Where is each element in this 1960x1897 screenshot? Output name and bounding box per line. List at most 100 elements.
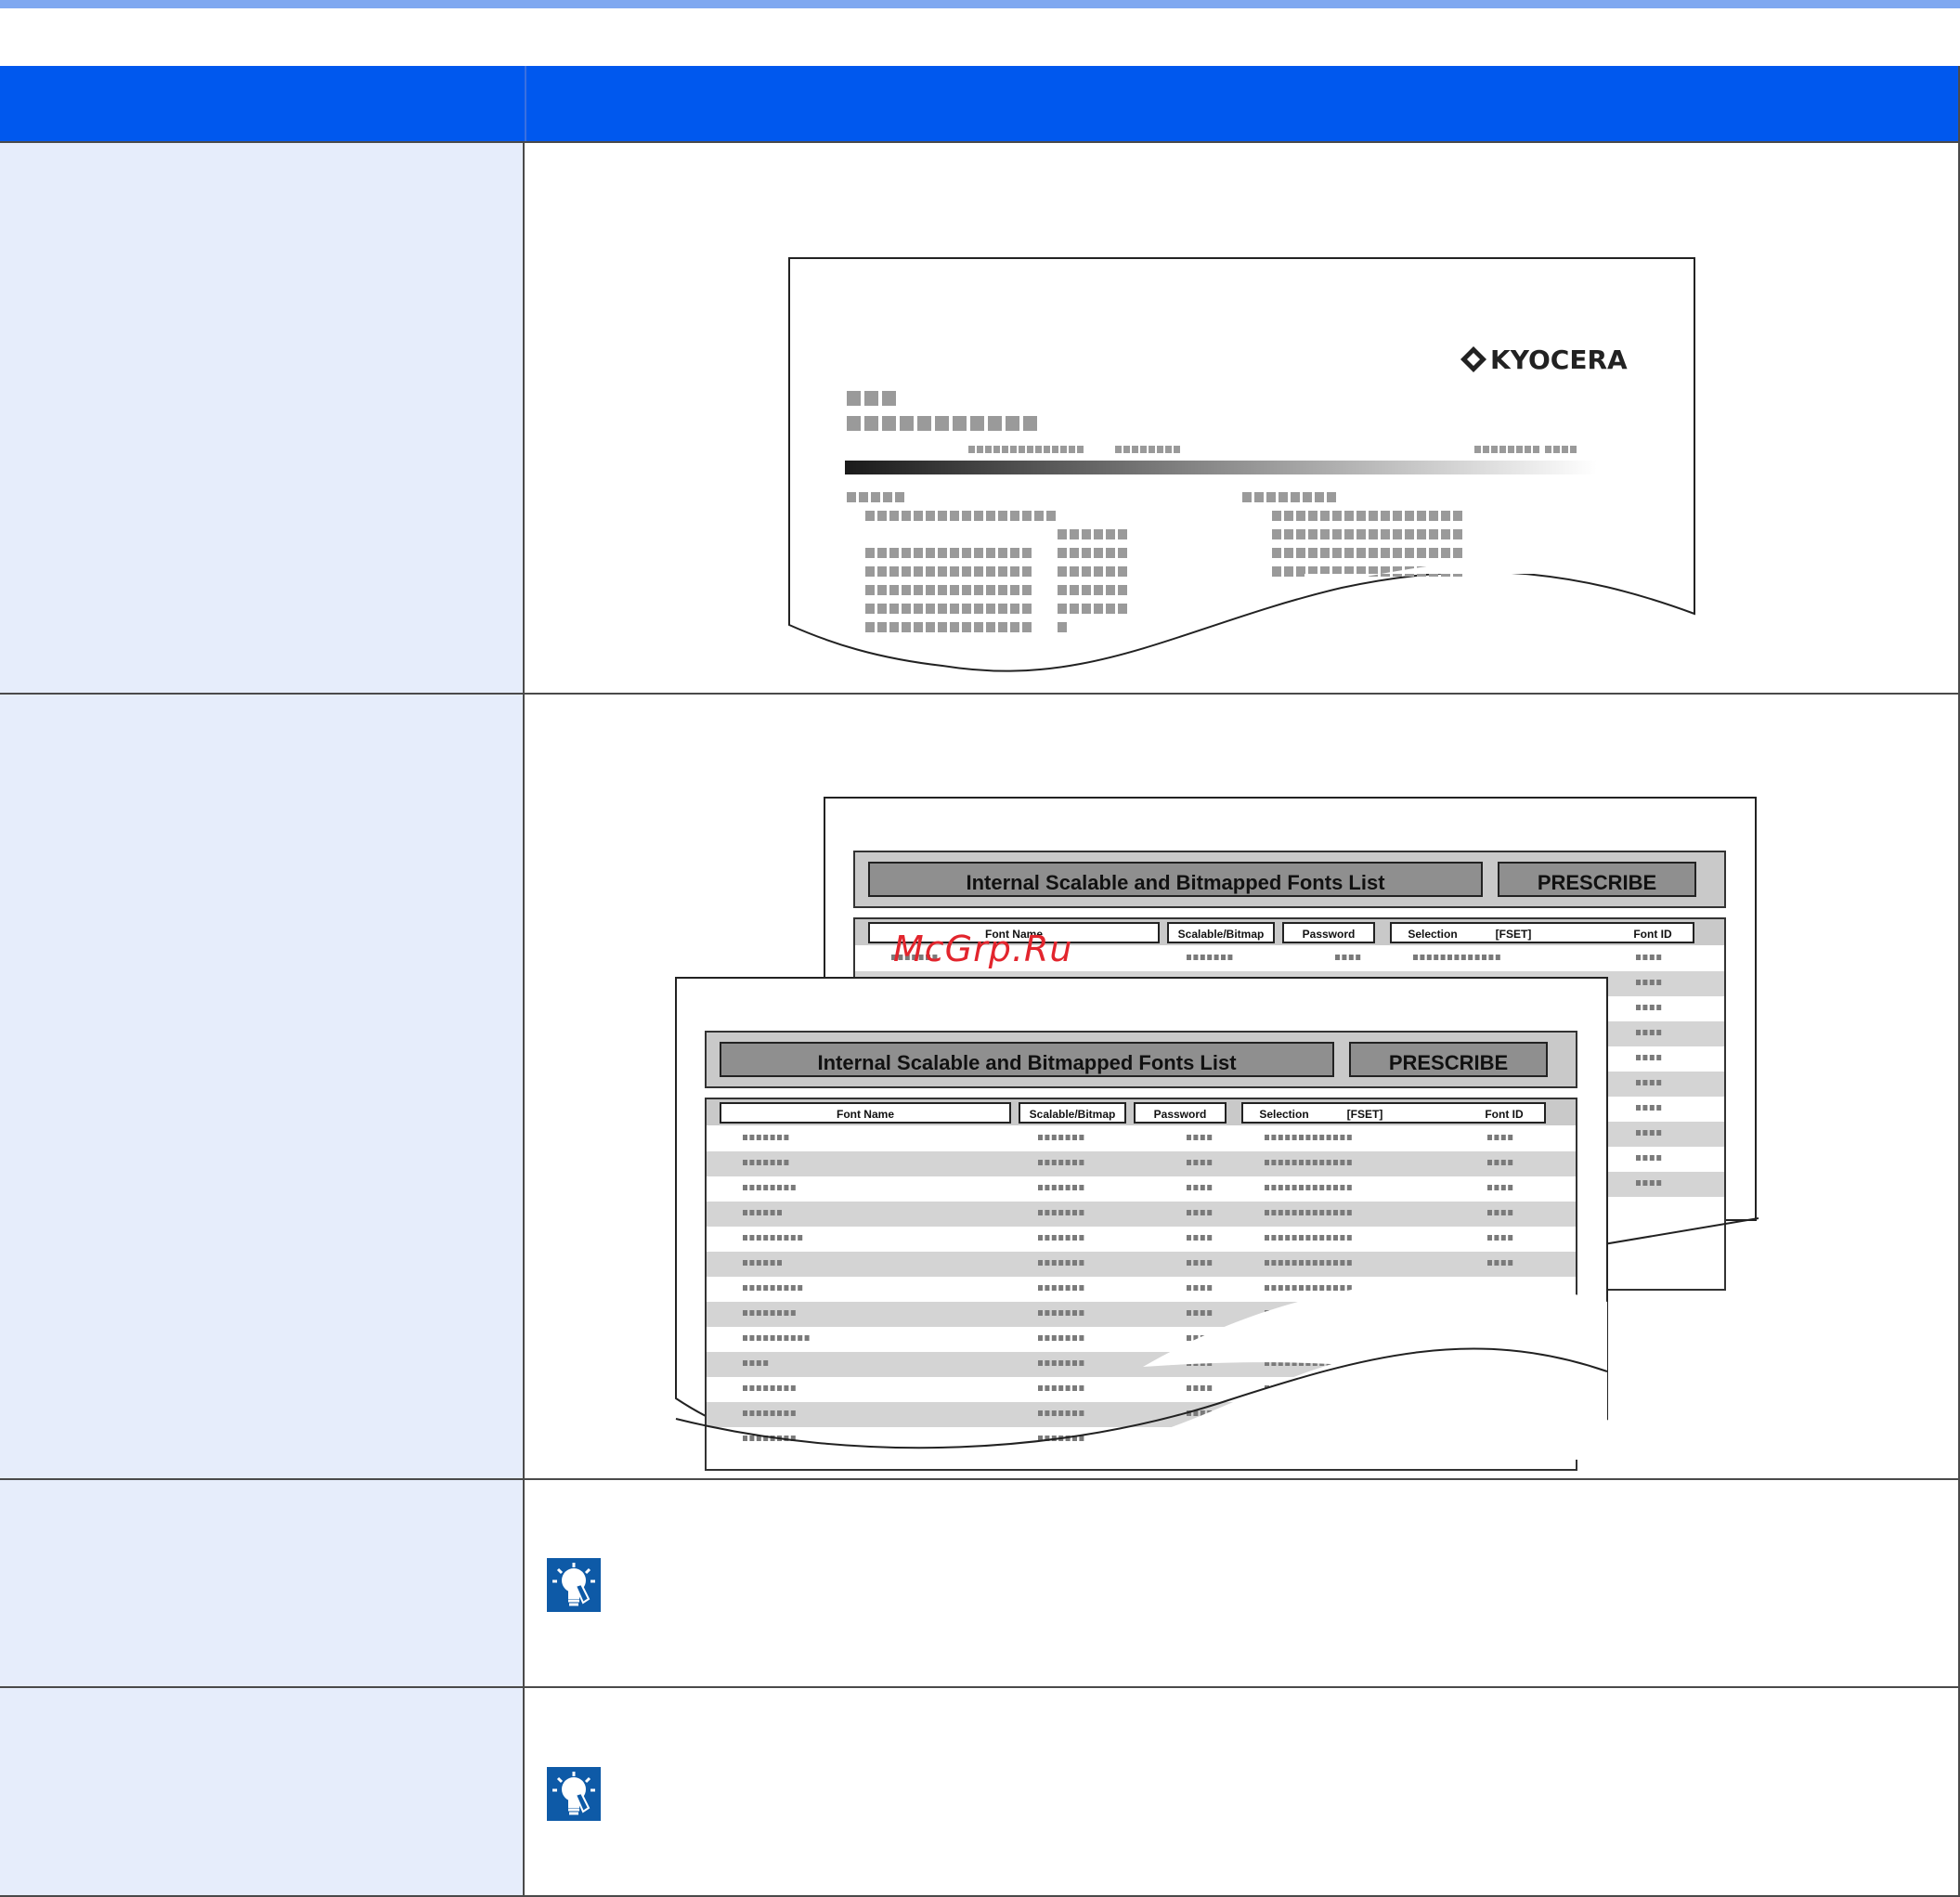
placeholder-block: [968, 446, 975, 453]
placeholder-block: [902, 548, 911, 558]
placeholder-block: [877, 548, 887, 558]
placeholder-block: [1494, 1260, 1499, 1266]
placeholder-block: [1303, 492, 1312, 502]
table-row: [0, 1478, 1958, 1688]
placeholder-block: [1079, 1260, 1084, 1266]
placeholder-block: [1058, 622, 1067, 632]
placeholder-block: [1296, 511, 1305, 521]
placeholder-block: [1299, 1285, 1304, 1291]
placeholder-block: [1072, 1135, 1077, 1140]
placeholder-block: [1187, 1135, 1191, 1140]
placeholder-block: [865, 585, 875, 595]
placeholder-block: [790, 1310, 796, 1316]
placeholder-block: [1070, 548, 1079, 558]
placeholder-block: [986, 566, 995, 577]
placeholder-block: [1474, 446, 1481, 453]
placeholder-block: [1305, 1235, 1311, 1241]
placeholder-block: [763, 1135, 769, 1140]
placeholder-block: [998, 604, 1007, 614]
placeholder-block: [1044, 446, 1050, 453]
placeholder-block: [1051, 1410, 1057, 1416]
placeholder-block: [1094, 566, 1103, 577]
placeholder-block: [1065, 1160, 1071, 1165]
placeholder-block: [1106, 529, 1115, 539]
placeholder-block: [1636, 1080, 1641, 1085]
placeholder-block: [749, 1410, 755, 1416]
placeholder-block: [749, 1285, 755, 1291]
placeholder-block: [1045, 1260, 1050, 1266]
placeholder-block: [1079, 1185, 1084, 1190]
placeholder-block: [756, 1210, 761, 1215]
placeholder-block: [1340, 1160, 1345, 1165]
placeholder-block: [1051, 1385, 1057, 1391]
placeholder-block: [1069, 446, 1075, 453]
placeholder-block: [1065, 1335, 1071, 1341]
placeholder-block: [777, 1210, 782, 1215]
placeholder-block: [1319, 1235, 1325, 1241]
placeholder-block: [1193, 1260, 1199, 1266]
placeholder-block: [1200, 1260, 1205, 1266]
placeholder-block: [1636, 955, 1641, 960]
placeholder-block: [986, 511, 995, 521]
placeholder-block: [1193, 1385, 1199, 1391]
placeholder-block: [1296, 566, 1305, 577]
placeholder-block: [1265, 1135, 1269, 1140]
row-label-cell: [0, 143, 525, 695]
placeholder-block: [1525, 446, 1531, 453]
placeholder-block: [1022, 622, 1032, 632]
placeholder-block: [1051, 1210, 1057, 1215]
placeholder-block: [1369, 529, 1378, 539]
placeholder-block: [926, 511, 935, 521]
placeholder-block: [935, 416, 949, 431]
placeholder-block: [1292, 1285, 1297, 1291]
placeholder-block: [1065, 1385, 1071, 1391]
watermark-text: McGrp.Ru: [893, 929, 1073, 969]
placeholder-block: [1482, 955, 1486, 960]
placeholder-block: [1271, 1210, 1277, 1215]
placeholder-block: [877, 511, 887, 521]
placeholder-block: [770, 1260, 775, 1266]
placeholder-block: [1636, 980, 1641, 985]
placeholder-block: [1266, 492, 1276, 502]
placeholder-block: [1649, 955, 1655, 960]
placeholder-block: [1413, 955, 1418, 960]
placeholder-block: [1333, 1185, 1338, 1190]
placeholder-block: [777, 1160, 782, 1165]
placeholder-block: [902, 585, 911, 595]
placeholder-block: [1500, 1185, 1506, 1190]
placeholder-block: [998, 566, 1007, 577]
placeholder-block: [1065, 1210, 1071, 1215]
placeholder-block: [1326, 1185, 1331, 1190]
placeholder-block: [1649, 1105, 1655, 1111]
prescribe-badge: PRESCRIBE: [1389, 1051, 1508, 1074]
placeholder-block: [1333, 1235, 1338, 1241]
placeholder-block: [926, 585, 935, 595]
placeholder-block: [877, 622, 887, 632]
placeholder-block: [1058, 1235, 1064, 1241]
placeholder-block: [1065, 1410, 1071, 1416]
placeholder-block: [1193, 1210, 1199, 1215]
placeholder-block: [1292, 1135, 1297, 1140]
placeholder-block: [756, 1260, 761, 1266]
placeholder-block: [777, 1335, 782, 1341]
placeholder-block: [1326, 1160, 1331, 1165]
placeholder-block: [1207, 1310, 1213, 1316]
placeholder-block: [743, 1260, 747, 1266]
placeholder-block: [790, 1410, 796, 1416]
placeholder-block: [1340, 1210, 1345, 1215]
table-row: [0, 1686, 1958, 1895]
placeholder-block: [950, 566, 959, 577]
placeholder-block: [1072, 1235, 1077, 1241]
placeholder-block: [1010, 511, 1019, 521]
placeholder-block: [784, 1410, 789, 1416]
placeholder-block: [1642, 955, 1648, 960]
placeholder-block: [1265, 1260, 1269, 1266]
placeholder-block: [877, 566, 887, 577]
placeholder-block: [763, 1310, 769, 1316]
placeholder-block: [1342, 955, 1347, 960]
placeholder-block: [1038, 1410, 1043, 1416]
placeholder-block: [1494, 1135, 1499, 1140]
top-rule: [0, 0, 1960, 8]
placeholder-block: [1292, 1160, 1297, 1165]
placeholder-block: [756, 1410, 761, 1416]
